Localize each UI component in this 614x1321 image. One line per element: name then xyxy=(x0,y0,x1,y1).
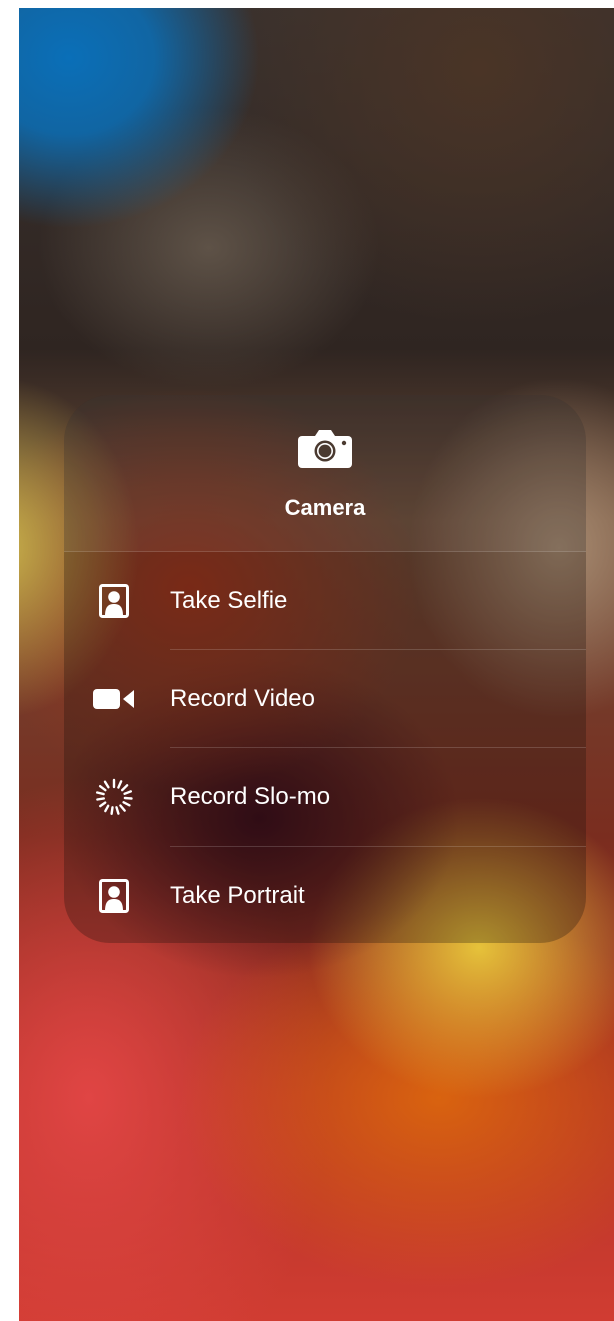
menu-item-record-video[interactable]: Record Video xyxy=(64,650,586,747)
menu-item-record-slo-mo[interactable]: Record Slo-mo xyxy=(64,748,586,845)
menu-item-label: Take Selfie xyxy=(170,586,288,614)
camera-icon xyxy=(298,430,352,468)
video-camera-icon xyxy=(92,681,136,717)
menu-header: Camera xyxy=(64,395,586,552)
menu-item-take-selfie[interactable]: Take Selfie xyxy=(64,552,586,649)
camera-quick-actions-menu: Camera Take Selfie Record Video Record S… xyxy=(64,395,586,943)
menu-item-label: Take Portrait xyxy=(170,881,305,909)
slo-mo-icon xyxy=(92,778,136,815)
menu-title: Camera xyxy=(284,495,366,520)
screen: Camera Take Selfie Record Video Record S… xyxy=(19,8,614,1321)
menu-item-label: Record Slo-mo xyxy=(170,782,331,810)
menu-item-label: Record Video xyxy=(170,684,315,712)
menu-item-take-portrait[interactable]: Take Portrait xyxy=(64,847,586,943)
selfie-portrait-icon xyxy=(92,583,136,619)
portrait-icon xyxy=(92,878,136,914)
